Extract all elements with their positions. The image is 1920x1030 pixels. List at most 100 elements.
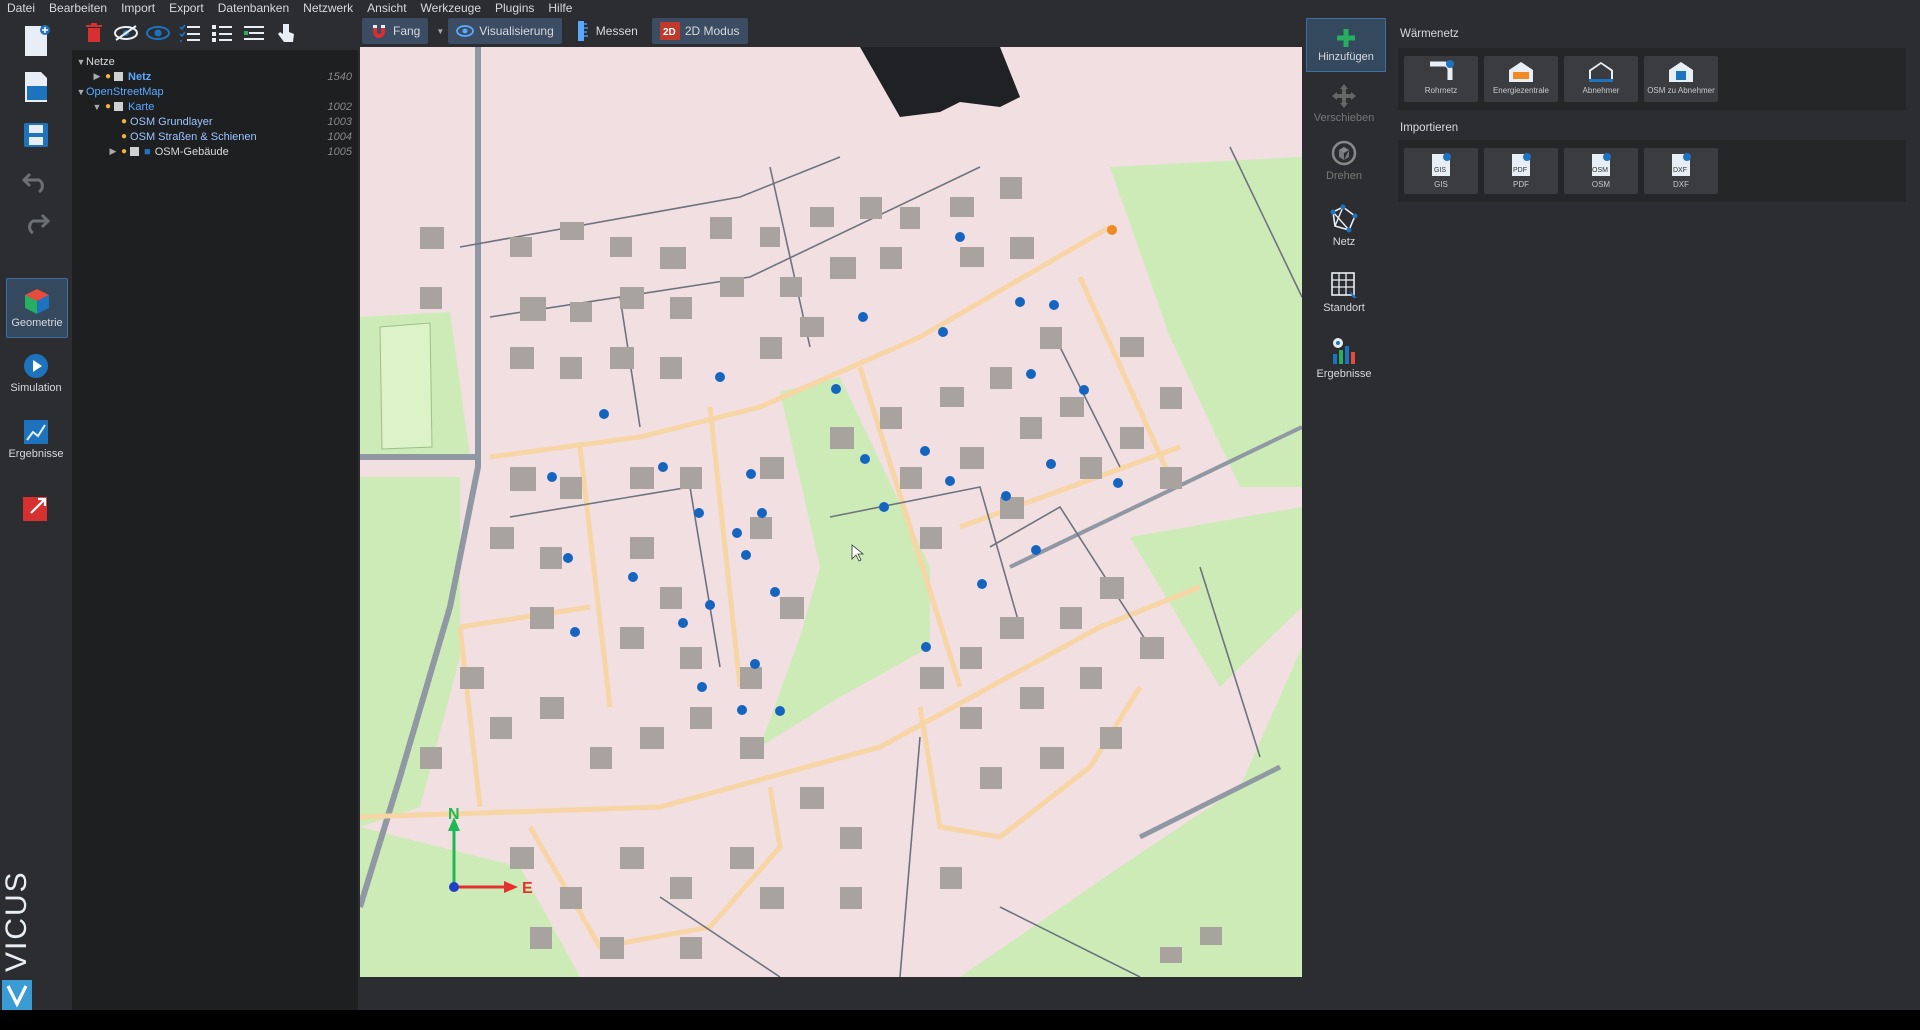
eye-off-icon — [114, 25, 138, 41]
scene-viewport[interactable]: N E — [360, 47, 1302, 977]
rotate-icon — [1331, 140, 1357, 166]
add-consumer-button[interactable]: Abnehmer — [1564, 56, 1638, 102]
menu-import[interactable]: Import — [114, 1, 162, 15]
menu-datei[interactable]: Datei — [0, 1, 42, 15]
import-pdf-button[interactable]: PDF PDF — [1484, 148, 1558, 194]
measure-button[interactable]: Messen — [568, 18, 646, 44]
energy-center-icon — [1509, 62, 1533, 82]
select-all-button[interactable] — [174, 18, 206, 48]
tree-label: OSM Straßen & Schienen — [130, 130, 257, 143]
network-tool-button[interactable]: Netz — [1304, 204, 1384, 256]
mode-simulation-label: Simulation — [10, 382, 62, 394]
network-label: Netz — [1332, 236, 1356, 248]
menu-werkzeuge[interactable]: Werkzeuge — [414, 1, 488, 15]
expand-arrow-icon[interactable]: ▶ — [92, 71, 102, 82]
collapse-arrow-icon[interactable]: ▼ — [92, 102, 102, 112]
move-button[interactable]: Verschieben — [1304, 82, 1384, 134]
import-section: GIS GIS PDF PDF OSM OSM DXF DXF — [1398, 140, 1906, 202]
undo-button[interactable] — [6, 162, 66, 200]
vicus-logo: VICUS — [0, 856, 36, 1012]
energy-center-node[interactable] — [1107, 225, 1117, 235]
visibility-checkbox[interactable] — [130, 147, 140, 156]
new-project-button[interactable] — [6, 20, 66, 62]
axis-e-label: E — [522, 880, 533, 897]
green-area — [379, 322, 433, 450]
collapse-arrow-icon[interactable]: ▼ — [76, 87, 86, 97]
waermenetz-section: Rohrnetz Energiezentrale Abnehmer OSM zu… — [1398, 48, 1906, 110]
lightbulb-icon[interactable]: ● — [121, 131, 127, 142]
svg-text:GIS: GIS — [1434, 167, 1446, 174]
svg-text:PDF: PDF — [1513, 167, 1527, 174]
2d-mode-toggle[interactable]: 2D 2D Modus — [651, 18, 748, 44]
menu-ansicht[interactable]: Ansicht — [360, 1, 413, 15]
show-selected-button[interactable] — [142, 18, 174, 48]
results-tool-button[interactable]: Ergebnisse — [1304, 336, 1384, 388]
redo-button[interactable] — [6, 204, 66, 240]
measure-label: Messen — [595, 24, 638, 38]
tree-id: 1540 — [327, 70, 352, 83]
tree-row-osm-strassen[interactable]: ● OSM Straßen & Schienen 1004 — [118, 129, 358, 144]
industrial-block — [860, 47, 1020, 117]
import-gis-button[interactable]: GIS GIS — [1404, 148, 1478, 194]
mode-geometry-button[interactable]: Geometrie — [6, 278, 68, 338]
mode-results-button[interactable]: Ergebnisse — [6, 410, 66, 468]
green-area — [360, 827, 580, 977]
hide-selected-button[interactable] — [110, 18, 142, 48]
expand-arrow-icon[interactable]: ▶ — [108, 146, 118, 157]
add-button[interactable]: Hinzufügen — [1306, 18, 1386, 72]
open-project-button[interactable] — [6, 66, 66, 108]
save-project-button[interactable] — [6, 114, 66, 156]
menu-hilfe[interactable]: Hilfe — [541, 1, 579, 15]
tree-row-karte[interactable]: ▼ ● Karte 1002 — [92, 99, 358, 114]
green-area — [1130, 507, 1302, 687]
visualization-toggle[interactable]: Visualisierung — [448, 18, 562, 44]
view-toolbar: Fang ▼ Visualisierung Messen 2D 2D Modus — [358, 16, 1304, 46]
pipe-icon — [1430, 60, 1454, 80]
tree-row-openstreetmap[interactable]: ▼ OpenStreetMap — [76, 84, 358, 99]
delete-button[interactable] — [78, 18, 110, 48]
tree-row-netz[interactable]: ▶ ● Netz 1540 — [92, 69, 358, 84]
lightbulb-icon[interactable]: ● — [105, 101, 111, 112]
svg-text:DXF: DXF — [1673, 167, 1687, 174]
export-report-button[interactable] — [6, 486, 66, 530]
bar-chart-icon — [1333, 338, 1355, 364]
invert-selection-button[interactable] — [238, 18, 270, 48]
visibility-checkbox[interactable] — [114, 72, 124, 81]
snap-toggle[interactable]: Fang — [362, 18, 429, 44]
add-energy-center-button[interactable]: Energiezentrale — [1484, 56, 1558, 102]
menu-export[interactable]: Export — [162, 1, 211, 15]
collapse-arrow-icon[interactable]: ▼ — [76, 57, 86, 67]
deselect-all-button[interactable] — [206, 18, 238, 48]
tree-row-osm-gebaeude[interactable]: ▶ ● ■ OSM-Gebäude 1005 — [108, 144, 358, 159]
menu-netzwerk[interactable]: Netzwerk — [296, 1, 360, 15]
rotate-button[interactable]: Drehen — [1304, 138, 1384, 190]
menu-plugins[interactable]: Plugins — [488, 1, 541, 15]
osm-to-consumer-button[interactable]: OSM zu Abnehmer — [1644, 56, 1718, 102]
osm-map[interactable]: N E — [360, 47, 1302, 977]
import-osm-button[interactable]: OSM OSM — [1564, 148, 1638, 194]
snap-options-dropdown[interactable]: ▼ — [434, 18, 446, 44]
tree-row-osm-grundlayer[interactable]: ● OSM Grundlayer 1003 — [118, 114, 358, 129]
menu-datenbanken[interactable]: Datenbanken — [211, 1, 296, 15]
heating-network[interactable] — [360, 224, 1201, 950]
lightbulb-icon[interactable]: ● — [121, 146, 127, 157]
mode-simulation-button[interactable]: Simulation — [6, 344, 66, 402]
external-report-icon — [23, 497, 47, 521]
tree-row-netze[interactable]: ▼ Netze — [76, 54, 358, 69]
tree-label: Netze — [86, 55, 115, 68]
visualization-label: Visualisierung — [479, 24, 554, 38]
open-file-icon — [25, 72, 47, 102]
mode-geometry-label: Geometrie — [11, 317, 63, 329]
lightbulb-icon[interactable]: ● — [105, 71, 111, 82]
menu-bearbeiten[interactable]: Bearbeiten — [42, 1, 114, 15]
redo-icon — [28, 213, 51, 235]
pick-mode-button[interactable] — [270, 18, 302, 48]
site-tool-button[interactable]: Standort — [1304, 270, 1384, 322]
osm-file-icon: OSM — [1592, 153, 1611, 176]
add-pipe-network-button[interactable]: Rohrnetz — [1404, 56, 1478, 102]
undo-icon — [21, 172, 44, 194]
lightbulb-icon[interactable]: ● — [121, 116, 127, 127]
visibility-checkbox[interactable] — [114, 102, 124, 111]
list-indent-icon — [244, 26, 264, 40]
import-dxf-button[interactable]: DXF DXF — [1644, 148, 1718, 194]
